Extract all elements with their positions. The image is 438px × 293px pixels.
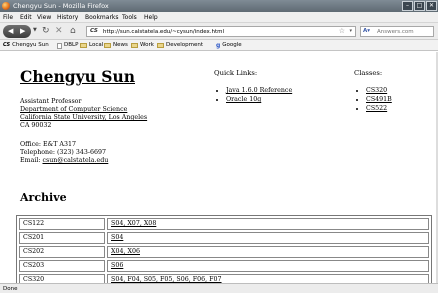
terms-cell: X04, X06 [107,246,429,258]
terms-cell: S04 [107,232,429,244]
city-text: CA 90032 [20,122,52,129]
email-label: Email: [20,157,43,164]
telephone-text: Telephone: (323) 343-6697 [20,149,107,156]
classes-list: CS320 CS491B CS522 [366,86,392,113]
class-link-cs320[interactable]: CS320 [366,87,387,94]
table-row: CS203 S06 [19,260,429,272]
terms-cell: S04, X07, X08 [107,218,429,230]
home-icon[interactable]: ⌂ [70,25,76,38]
title-bar: Chengyu Sun - Mozilla Firefox – □ ✕ [0,0,438,12]
office-text: Office: E&T A317 [20,141,76,148]
page-title: Chengyu Sun [20,67,135,86]
class-link-cs522[interactable]: CS522 [366,105,387,112]
page-icon [57,42,62,49]
table-row: CS201 S04 [19,232,429,244]
bookmark-development[interactable]: Development [157,41,203,50]
bookmark-news[interactable]: News [104,41,128,50]
folder-icon [80,43,87,48]
menu-bar: File Edit View History Bookmarks Tools H… [0,12,438,23]
window-title: Chengyu Sun - Mozilla Firefox [13,2,109,10]
back-button[interactable]: ◀ [8,25,13,38]
quick-link-oracle[interactable]: Oracle 10g [226,96,261,103]
email-link[interactable]: csun@calstatela.edu [42,157,108,164]
url-dropdown-icon[interactable]: ▾ [349,28,352,34]
menu-history[interactable]: History [57,13,78,22]
term-links[interactable]: S04, F04, S05, F05, S06, F06, F07 [111,276,222,283]
classes-heading: Classes: [354,69,383,77]
quick-links-list: Java 1.6.0 Reference Oracle 10g [226,86,292,104]
terms-cell: S04, F04, S05, F05, S06, F06, F07 [107,274,429,283]
table-row: CS320 S04, F04, S05, F05, S06, F06, F07 [19,274,429,283]
url-text[interactable]: http://sun.calstatela.edu/~cysun/index.h… [103,28,224,36]
navigation-toolbar: ◀ ▶ ▼ ↻ ✕ ⌂ CS http://sun.calstatela.edu… [0,23,438,40]
bookmark-work[interactable]: Work [131,41,154,50]
archive-heading: Archive [20,191,67,204]
menu-edit[interactable]: Edit [20,13,32,22]
term-links[interactable]: S06 [111,262,123,269]
minimize-button[interactable]: – [402,1,413,11]
course-cell: CS320 [19,274,105,283]
site-icon: CS [3,42,11,48]
menu-file[interactable]: File [3,13,13,22]
terms-cell: S06 [107,260,429,272]
search-engine-icon[interactable]: A▾ [363,28,370,34]
bookmarks-toolbar: CS Chengyu Sun DBLP Local News Work Devel… [0,40,438,51]
firefox-icon [2,2,10,10]
menu-bookmarks[interactable]: Bookmarks [85,13,119,22]
table-row: CS202 X04, X06 [19,246,429,258]
url-bar[interactable]: CS http://sun.calstatela.edu/~cysun/inde… [86,26,356,37]
folder-icon [104,43,111,48]
term-links[interactable]: X04, X06 [111,248,140,255]
stop-icon[interactable]: ✕ [55,25,63,38]
forward-button[interactable]: ▶ [20,25,25,38]
search-box[interactable]: A▾ [360,26,434,37]
search-input[interactable] [377,28,433,36]
status-bar: Done [0,283,438,293]
site-icon: CS [90,28,98,34]
quick-link-java[interactable]: Java 1.6.0 Reference [226,87,292,94]
bookmark-google[interactable]: g Google [216,41,242,50]
archive-table: CS122 S04, X07, X08 CS201 S04 CS202 X04,… [16,215,432,283]
menu-help[interactable]: Help [144,13,158,22]
course-cell: CS201 [19,232,105,244]
course-cell: CS122 [19,218,105,230]
bookmark-chengyu-sun[interactable]: CS Chengyu Sun [3,41,49,50]
page-content: Chengyu Sun Assistant Professor Departme… [0,52,438,283]
menu-tools[interactable]: Tools [122,13,137,22]
folder-icon [131,43,138,48]
bookmark-star-icon[interactable]: ☆ [339,27,345,36]
position-text: Assistant Professor [20,98,82,105]
university-link[interactable]: California State University, Los Angeles [20,114,147,121]
maximize-button[interactable]: □ [414,1,425,11]
bookmark-dblp[interactable]: DBLP [57,41,78,50]
quick-links-heading: Quick Links: [214,69,258,77]
close-button[interactable]: ✕ [426,1,437,11]
back-forward-buttons: ◀ ▶ [3,25,31,38]
course-cell: CS202 [19,246,105,258]
class-link-cs491b[interactable]: CS491B [366,96,392,103]
status-text: Done [3,286,18,292]
folder-icon [157,43,164,48]
course-cell: CS203 [19,260,105,272]
term-links[interactable]: S04 [111,234,123,241]
history-dropdown-icon[interactable]: ▼ [33,27,37,33]
bookmark-local[interactable]: Local [80,41,103,50]
term-links[interactable]: S04, X07, X08 [111,220,156,227]
menu-view[interactable]: View [37,13,51,22]
table-row: CS122 S04, X07, X08 [19,218,429,230]
google-icon: g [216,42,221,49]
reload-icon[interactable]: ↻ [42,25,50,38]
department-link[interactable]: Department of Computer Science [20,106,127,113]
